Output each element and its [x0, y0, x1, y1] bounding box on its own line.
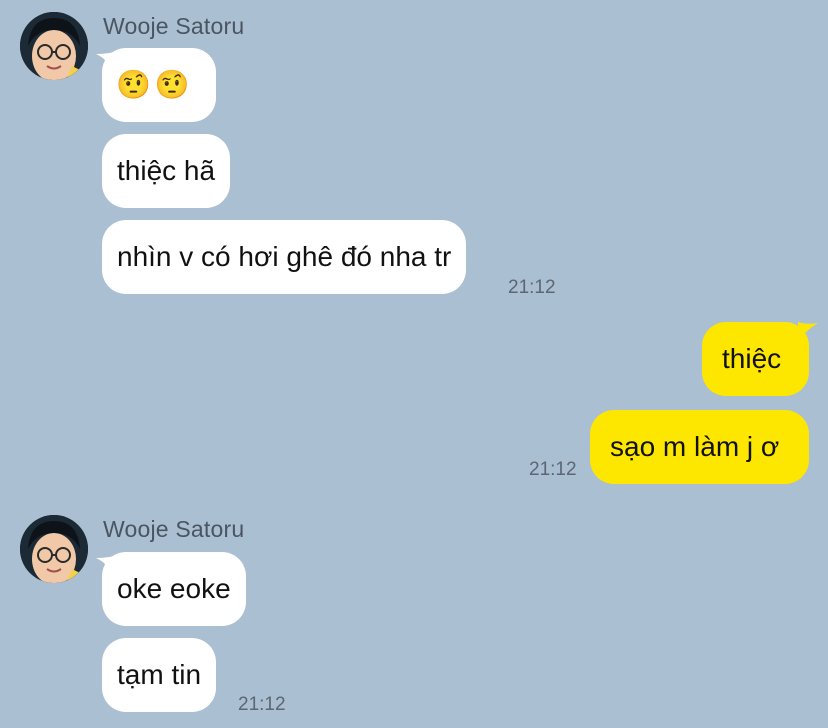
message-bubble[interactable]: oke eoke [102, 552, 246, 626]
sender-name: Wooje Satoru [103, 516, 245, 542]
message-timestamp: 21:12 [238, 694, 286, 715]
sender-name: Wooje Satoru [103, 13, 245, 39]
profile-photo-icon [20, 515, 88, 583]
message-bubble[interactable]: sạo m làm j ơ [590, 410, 809, 484]
message-timestamp: 21:12 [529, 459, 577, 480]
message-bubble[interactable]: 🤨🤨 [102, 48, 216, 122]
message-bubble[interactable]: nhìn v có hơi ghê đó nha tr [102, 220, 467, 294]
profile-photo-icon [20, 12, 88, 80]
avatar[interactable] [20, 515, 88, 583]
message-timestamp: 21:12 [508, 277, 556, 298]
message-bubble[interactable]: thiệc [702, 322, 809, 396]
message-bubble[interactable]: thiệc hã [102, 134, 231, 208]
message-bubble[interactable]: tạm tin [102, 638, 217, 712]
avatar[interactable] [20, 12, 88, 80]
